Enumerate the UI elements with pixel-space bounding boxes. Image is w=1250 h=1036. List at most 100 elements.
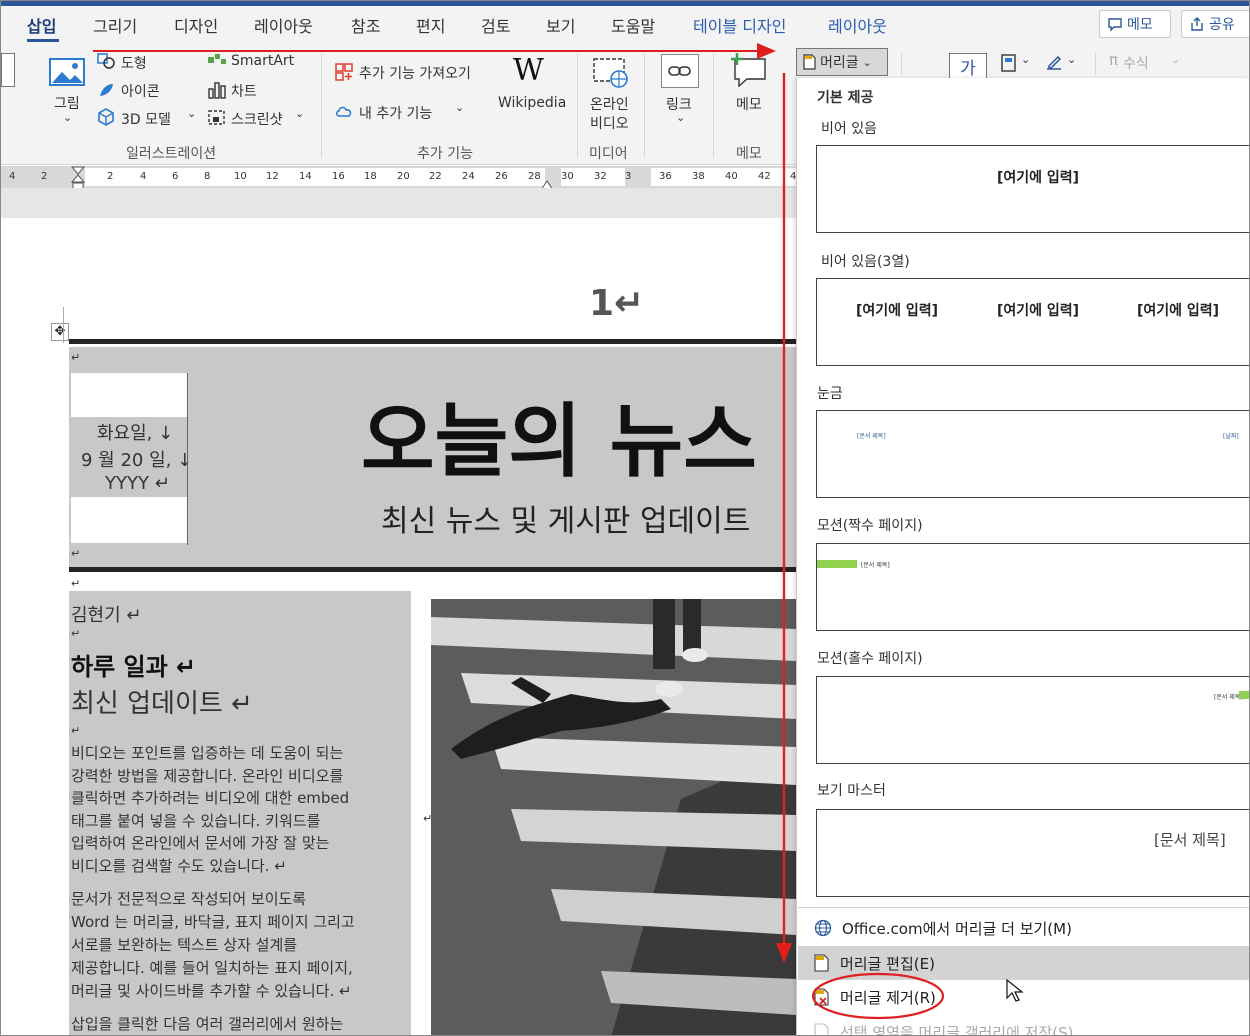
edit-header-item[interactable]: 머리글 편집(E)	[798, 946, 1249, 980]
signature-chevron-icon[interactable]: ⌄	[1067, 53, 1076, 66]
my-addins-label[interactable]: 내 추가 기능	[359, 103, 432, 123]
paragraph-mark: ↵	[71, 577, 81, 590]
grid-caption: 눈금	[817, 386, 843, 402]
ruler-text-area	[85, 168, 545, 186]
header-option-motion-even[interactable]	[816, 543, 1249, 631]
tab-review[interactable]: 검토	[481, 13, 510, 37]
tab-view[interactable]: 보기	[546, 13, 575, 37]
tab-help[interactable]: 도움말	[611, 13, 655, 37]
comments-button[interactable]: 메모	[1099, 10, 1171, 38]
tab-insert[interactable]: 삽입	[27, 13, 56, 37]
ruler-tick: 36	[659, 171, 672, 182]
comment-icon	[1108, 17, 1122, 31]
motion-even-caption: 모션(짝수 페이지)	[817, 518, 923, 534]
picture-chevron-icon[interactable]: ⌄	[63, 111, 72, 124]
article-heading: 하루 일과 ↵	[71, 653, 197, 681]
header-option-blank[interactable]	[816, 145, 1249, 233]
ruler-tick: 26	[495, 171, 508, 182]
screenshot-label[interactable]: 스크린샷	[231, 109, 283, 129]
new-comment-label[interactable]: 메모	[736, 94, 762, 114]
edit-header-icon	[814, 954, 830, 972]
tab-draw[interactable]: 그리기	[93, 13, 137, 37]
tab-table-design[interactable]: 테이블 디자인	[693, 13, 786, 37]
tab-mailings[interactable]: 편지	[416, 13, 445, 37]
addins-group-label: 추가 기능	[417, 146, 473, 162]
ruler-tick: 14	[299, 171, 312, 182]
ruler-tick: 30	[561, 171, 574, 182]
quick-parts-chevron-icon[interactable]: ⌄	[1021, 53, 1030, 66]
shapes-label[interactable]: 도형	[121, 53, 147, 73]
ruler-tick: 20	[397, 171, 410, 182]
ruler-tick: 8	[204, 171, 211, 182]
date-line-3: YYYY ↵	[105, 473, 170, 494]
ruler-tick: 10	[234, 171, 247, 182]
online-video-icon[interactable]	[593, 57, 629, 89]
more-headers-online-item[interactable]: Office.com에서 머리글 더 보기(M)	[798, 911, 1249, 945]
header-option-motion-odd[interactable]	[816, 676, 1249, 764]
chart-icon	[207, 81, 227, 99]
ruler-tick: 24	[462, 171, 475, 182]
textbox-icon[interactable]: 가	[949, 53, 987, 79]
quick-parts-icon[interactable]	[1001, 54, 1017, 72]
blank-3col-placeholder-left: [여기에 입력]	[856, 303, 939, 319]
table-move-handle-icon[interactable]: ✥	[51, 323, 69, 341]
table-icon[interactable]	[1, 53, 15, 87]
body-line: 비디오는 포인트를 입증하는 데 도움이 되는	[71, 744, 344, 762]
chart-label[interactable]: 차트	[231, 81, 257, 101]
link-chevron-icon[interactable]: ⌄	[676, 111, 685, 124]
share-button[interactable]: 공유	[1181, 10, 1249, 38]
ruler-tick: 2	[41, 171, 48, 182]
tab-table-layout[interactable]: 레이아웃	[828, 13, 887, 37]
icons-icon	[97, 81, 115, 99]
ruler-tick: 28	[528, 171, 541, 182]
header-button[interactable]: 머리글 ⌄	[796, 48, 888, 76]
picture-label[interactable]: 그림	[54, 93, 80, 113]
media-group-label: 미디어	[589, 146, 628, 162]
new-comment-icon[interactable]	[729, 53, 769, 87]
equation-label[interactable]: 수식	[1123, 53, 1149, 73]
tab-design[interactable]: 디자인	[174, 13, 218, 37]
paragraph-mark: ↵	[71, 547, 81, 560]
date-cell-bottom	[71, 497, 187, 543]
tab-references[interactable]: 참조	[351, 13, 380, 37]
get-addins-label[interactable]: 추가 기능 가져오기	[359, 63, 471, 83]
menu-divider	[798, 907, 1249, 908]
3d-model-chevron-icon[interactable]: ⌄	[187, 107, 196, 120]
comments-label: 메모	[1127, 17, 1153, 33]
ribbon-separator	[713, 53, 714, 157]
ruler-tick: 32	[594, 171, 607, 182]
author-name: 김현기 ↵	[71, 605, 142, 626]
crosswalk-photo[interactable]	[431, 599, 796, 1035]
body-line: 비디오를 검색할 수도 있습니다. ↵	[71, 856, 287, 875]
remove-header-item[interactable]: 머리글 제거(R)	[798, 980, 1249, 1014]
ribbon-separator	[577, 53, 578, 157]
my-addins-chevron-icon[interactable]: ⌄	[455, 101, 464, 114]
ruler-tick: 16	[332, 171, 345, 182]
wikipedia-icon[interactable]: W	[513, 53, 544, 88]
3d-model-label[interactable]: 3D 모델	[121, 109, 171, 129]
blank-3col-placeholder-center: [여기에 입력]	[997, 303, 1080, 319]
smartart-label[interactable]: SmartArt	[231, 53, 294, 69]
online-video-label-2[interactable]: 비디오	[590, 113, 629, 133]
article-body-3: 삽입을 클릭한 다음 여러 갤러리에서 원하는	[71, 1015, 344, 1033]
motion-even-title: [문서 제목]	[861, 562, 890, 569]
header-option-grid[interactable]	[816, 410, 1249, 498]
screenshot-chevron-icon[interactable]: ⌄	[295, 107, 304, 120]
ruler-tick: 6	[172, 171, 179, 182]
online-video-label-1[interactable]: 온라인	[590, 94, 629, 114]
ruler-tick: 4	[9, 171, 16, 182]
wikipedia-label[interactable]: Wikipedia	[498, 95, 566, 111]
ruler-tick: 40	[725, 171, 738, 182]
tab-layout[interactable]: 레이아웃	[254, 13, 313, 37]
my-addins-icon	[335, 101, 355, 119]
page-top-margin	[1, 188, 796, 218]
header-option-view-master[interactable]	[816, 809, 1249, 897]
link-icon[interactable]	[661, 54, 699, 88]
equation-chevron-icon[interactable]: ⌄	[1171, 53, 1180, 66]
picture-icon[interactable]	[49, 57, 85, 87]
share-label: 공유	[1209, 17, 1235, 33]
cell-divider	[187, 373, 188, 545]
signature-icon[interactable]	[1045, 53, 1063, 71]
icons-label[interactable]: 아이콘	[121, 81, 160, 101]
header-option-blank-3col[interactable]	[816, 278, 1249, 366]
